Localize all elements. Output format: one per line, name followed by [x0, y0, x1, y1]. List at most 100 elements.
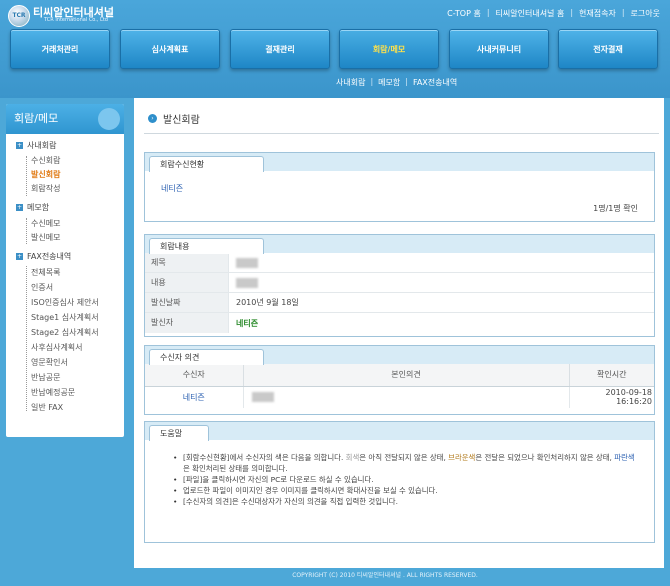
- sidebar-group-label: 메모함: [27, 203, 50, 212]
- sidebar-item-fax-stage1[interactable]: Stage1 심사계획서: [31, 312, 99, 323]
- logo-subtitle: TCR International Co., Ltd: [44, 17, 108, 23]
- header: TCR 티씨알인터내셔널 TCR International Co., Ltd …: [0, 0, 670, 98]
- field-value-sent-date: 2010년 9월 18일: [236, 298, 299, 307]
- panel-header: 회람내용: [145, 235, 654, 254]
- sidebar-group-internal-circular[interactable]: + 사내회람: [16, 140, 56, 151]
- tree-line: [26, 266, 27, 411]
- sidebar-item-fax-certificate[interactable]: 인증서: [31, 282, 53, 293]
- logo-icon[interactable]: TCR: [8, 5, 30, 27]
- help-text: [파일]을 클릭하시면 자신의 PC로 다운로드 하실 수 있습니다.: [183, 475, 374, 484]
- field-label: 발신자: [145, 313, 229, 333]
- row-body: 내용: [145, 273, 654, 293]
- sidebar-item-fax-general[interactable]: 일반 FAX: [31, 402, 63, 413]
- top-link-logout[interactable]: 로그아웃: [631, 8, 660, 19]
- help-text: 브라운색: [448, 453, 476, 462]
- chevron-right-icon: ›: [148, 114, 157, 123]
- column-header: 본인의견: [243, 364, 570, 387]
- nav-approval-management[interactable]: 결재관리: [230, 29, 330, 69]
- sidebar-item-write-circular[interactable]: 회람작성: [31, 183, 60, 194]
- recipient-cell[interactable]: 네티즌: [145, 386, 244, 408]
- sidebar-item-inbox-circular[interactable]: 수신회람: [31, 155, 60, 166]
- panel-header: 회람수신현황: [145, 153, 654, 172]
- row-sent-date: 발신날짜 2010년 9월 18일: [145, 293, 654, 313]
- help-text: 파란색: [614, 453, 635, 462]
- panel-tab: 도움말: [149, 425, 209, 441]
- help-item: [회람수신현황]에서 수신자의 색은 다음을 의합니다. 회색은 아직 전달되지…: [173, 452, 640, 474]
- sidebar-group-fax[interactable]: + FAX전송내역: [16, 251, 71, 262]
- main-nav: 거래처관리 심사계획표 결재관리 회람/메모 사내커뮤니티 전자결재: [10, 29, 660, 71]
- sidebar-item-fax-return-scheduled[interactable]: 반납예정공문: [31, 387, 75, 398]
- sub-nav: 사내회람 | 메모함 | FAX전송내역: [336, 77, 457, 88]
- panel-header: 수신자 의견: [145, 346, 654, 365]
- main-content: › 발신회람 회람수신현황 네티즌 1명/1명 확인 회람내용 제목 내용 발신…: [134, 98, 664, 568]
- table-row: 네티즌 2010-09-18 16:16:20: [145, 386, 654, 408]
- sidebar-item-sent-circular[interactable]: 발신회람: [31, 169, 60, 180]
- panel-tab: 회람수신현황: [149, 156, 264, 172]
- status-panel: 회람수신현황 네티즌 1명/1명 확인: [144, 152, 655, 222]
- sidebar-group-memo[interactable]: + 메모함: [16, 202, 49, 213]
- sub-nav-memo-box[interactable]: 메모함: [378, 77, 400, 88]
- nav-e-approval[interactable]: 전자결재: [558, 29, 658, 69]
- sidebar-item-fax-english-confirm[interactable]: 영문확인서: [31, 357, 68, 368]
- field-label: 제목: [145, 253, 229, 272]
- sidebar-group-label: 사내회람: [27, 141, 57, 150]
- field-value-body: [229, 277, 258, 288]
- nav-community[interactable]: 사내커뮤니티: [449, 29, 549, 69]
- separator: |: [621, 8, 625, 17]
- nav-audit-plan[interactable]: 심사계획표: [120, 29, 220, 69]
- sub-nav-internal-circular[interactable]: 사내회람: [336, 77, 365, 88]
- help-item: [파일]을 클릭하시면 자신의 PC로 다운로드 하실 수 있습니다.: [173, 474, 640, 485]
- help-text: [회람수신현황]에서 수신자의 색은 다음을 의합니다.: [183, 453, 346, 462]
- help-text: [수신자의 의견]은 수신대상자가 자신의 의견을 직접 입력한 것입니다.: [183, 497, 398, 506]
- confirm-count: 1명/1명 확인: [593, 204, 638, 213]
- footer: COPYRIGHT (C) 2010 티씨알인터내셔널 . ALL RIGHTS…: [292, 572, 478, 579]
- separator: |: [486, 8, 490, 17]
- sidebar-item-fax-stage2[interactable]: Stage2 심사계획서: [31, 327, 99, 338]
- field-label: 내용: [145, 273, 229, 292]
- row-sender: 발신자 네티즌: [145, 313, 654, 333]
- circular-content-panel: 회람내용 제목 내용 발신날짜 2010년 9월 18일 발신자 네티즌: [144, 234, 655, 337]
- opinion-table: 수신자 본인의견 확인시간 네티즌 2010-09-18 16:16:20: [145, 364, 654, 408]
- divider: [144, 133, 659, 134]
- nav-client-management[interactable]: 거래처관리: [10, 29, 110, 69]
- row-subject: 제목: [145, 253, 654, 273]
- nav-circular-memo[interactable]: 회람/메모: [339, 29, 439, 69]
- top-link-ctop-home[interactable]: C-TOP 홈: [447, 8, 481, 19]
- tree-line: [26, 156, 27, 196]
- time-cell: 2010-09-18 16:16:20: [605, 388, 653, 407]
- panel-tab: 회람내용: [149, 238, 264, 254]
- sidebar-title-text: 회람/메모: [14, 112, 59, 125]
- sidebar-group-label: FAX전송내역: [27, 252, 72, 261]
- opinion-panel: 수신자 의견 수신자 본인의견 확인시간 네티즌 2010-09-18 16:1…: [144, 345, 655, 415]
- sub-nav-fax-history[interactable]: FAX전송내역: [413, 77, 457, 88]
- column-header: 확인시간: [569, 364, 654, 387]
- panel-tab: 수신자 의견: [149, 349, 264, 365]
- page-title: › 발신회람: [148, 111, 200, 126]
- table-header-row: 수신자 본인의견 확인시간: [145, 364, 654, 387]
- help-item: [수신자의 의견]은 수신대상자가 자신의 의견을 직접 입력한 것입니다.: [173, 496, 640, 507]
- separator: |: [405, 77, 408, 86]
- top-links: C-TOP 홈 | 티씨알인터내셔널 홈 | 현재접속자 | 로그아웃: [447, 8, 660, 19]
- sidebar-item-fax-iso-proposal[interactable]: ISO인증심사 제안서: [31, 297, 99, 308]
- top-link-current-users[interactable]: 현재접속자: [579, 8, 616, 19]
- separator: |: [570, 8, 574, 17]
- column-header: 수신자: [145, 364, 244, 387]
- sidebar-item-inbox-memo[interactable]: 수신메모: [31, 218, 60, 229]
- sidebar-item-fax-surveillance[interactable]: 사후심사계획서: [31, 342, 83, 353]
- sidebar-item-fax-all[interactable]: 전체목록: [31, 267, 60, 278]
- help-text: 은 아직 전달되지 않은 상태,: [359, 453, 449, 462]
- help-text: 은 확인처리된 상태를 의미합니다.: [183, 464, 288, 473]
- recipient-link[interactable]: 네티즌: [161, 183, 183, 194]
- help-list: [회람수신현황]에서 수신자의 색은 다음을 의합니다. 회색은 아직 전달되지…: [145, 440, 654, 507]
- separator: |: [370, 77, 374, 86]
- sidebar-item-sent-memo[interactable]: 발신메모: [31, 232, 60, 243]
- sidebar-item-fax-return-letter[interactable]: 반납공문: [31, 372, 60, 383]
- top-link-tcr-home[interactable]: 티씨알인터내셔널 홈: [496, 8, 565, 19]
- field-value-sender: 네티즌: [236, 318, 259, 328]
- redacted-text: [236, 277, 258, 288]
- help-text: 업로드한 파일이 이미지인 경우 이미지를 클릭하시면 확대사진을 보실 수 있…: [183, 486, 438, 495]
- plus-box-icon: +: [16, 142, 23, 149]
- sidebar-title: 회람/메모: [6, 104, 124, 134]
- help-item: 업로드한 파일이 이미지인 경우 이미지를 클릭하시면 확대사진을 보실 수 있…: [173, 485, 640, 496]
- help-text: 은 전달은 되었으나 확인처리하지 않은 상태,: [475, 453, 615, 462]
